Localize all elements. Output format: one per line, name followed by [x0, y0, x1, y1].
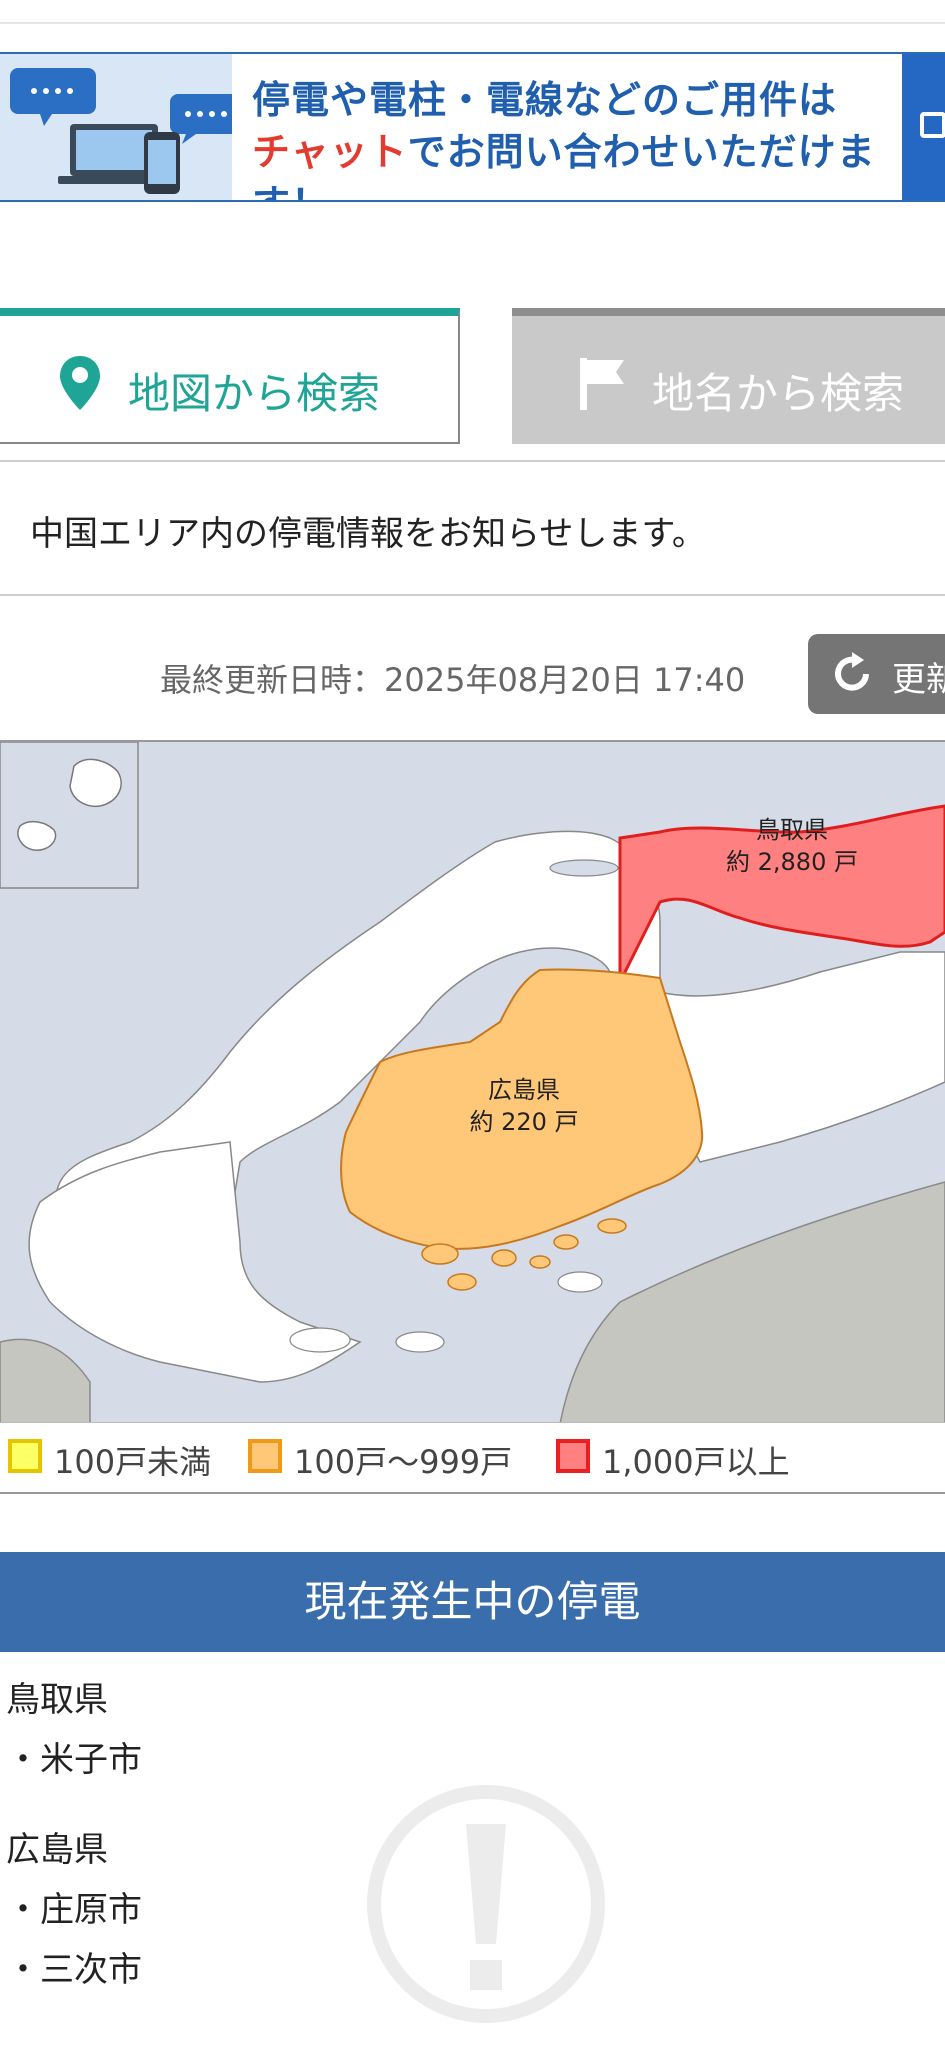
refresh-label: 更新: [892, 660, 945, 700]
map-pin-icon: [60, 356, 100, 410]
external-link-icon: [902, 54, 945, 200]
city-item[interactable]: ・三次市: [6, 1940, 142, 2000]
warning-icon: [366, 1784, 606, 2028]
outage-list: 鳥取県 ・米子市 広島県 ・庄原市 ・三次市: [6, 1670, 142, 2000]
legend-label: 100戸〜999戸: [294, 1443, 513, 1481]
refresh-button[interactable]: 更新: [808, 634, 945, 714]
outage-map[interactable]: 鳥取県 約 2,880 戸 広島県 約 220 戸: [0, 740, 945, 1424]
city-item[interactable]: ・米子市: [6, 1730, 142, 1790]
tottori-count: 約 2,880 戸: [726, 848, 858, 876]
tab-map-search[interactable]: 地図から検索: [0, 308, 460, 444]
top-divider: [0, 22, 945, 24]
legend-swatch-orange: [248, 1439, 282, 1473]
tab-place-search[interactable]: 地名から検索: [512, 308, 945, 444]
divider: [0, 594, 945, 596]
legend-swatch-yellow: [8, 1439, 42, 1473]
chat-banner[interactable]: 停電や電柱・電線などのご用件は チャットでお問い合わせいただけます！: [0, 52, 945, 202]
last-updated: 最終更新日時：2025年08月20日 17:40: [160, 661, 746, 699]
legend-label: 100戸未満: [54, 1443, 212, 1481]
chat-devices-icon: [0, 54, 240, 200]
hiroshima-name: 広島県: [488, 1076, 560, 1104]
legend-swatch-red: [556, 1439, 590, 1473]
banner-text: 停電や電柱・電線などのご用件は チャットでお問い合わせいただけます！: [252, 74, 945, 200]
pref-tottori: 鳥取県: [6, 1680, 108, 1720]
tottori-name: 鳥取県: [756, 816, 828, 844]
tab-map-label: 地図から検索: [128, 369, 381, 418]
refresh-icon: [835, 652, 869, 691]
banner-line1: 停電や電柱・電線などのご用件は: [252, 78, 838, 122]
notice-text: 中国エリア内の停電情報をお知らせします。: [30, 514, 706, 554]
city-item[interactable]: ・庄原市: [6, 1880, 142, 1940]
hiroshima-count: 約 220 戸: [469, 1108, 578, 1136]
divider: [0, 460, 945, 462]
legend-label: 1,000戸以上: [602, 1443, 790, 1481]
tab-place-label: 地名から検索: [652, 369, 905, 418]
banner-chat-word: チャット: [252, 130, 408, 174]
flag-icon: [580, 358, 624, 410]
banner-line2: チャットでお問い合わせいただけます！: [252, 126, 945, 200]
section-title: 現在発生中の停電: [0, 1552, 945, 1652]
map-legend: 100戸未満 100戸〜999戸 1,000戸以上: [0, 1422, 945, 1494]
pref-hiroshima: 広島県: [6, 1830, 108, 1870]
